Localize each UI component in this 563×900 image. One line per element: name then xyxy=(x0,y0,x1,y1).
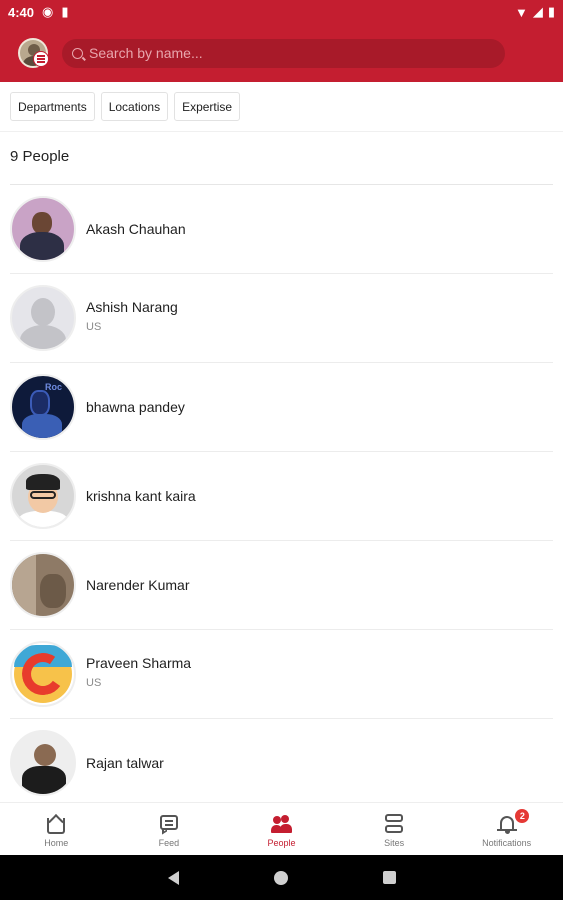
nav-label: Notifications xyxy=(482,838,532,848)
avatar xyxy=(10,285,76,351)
filter-locations[interactable]: Locations xyxy=(100,92,169,121)
person-name: Ashish Narang xyxy=(86,299,178,315)
back-icon[interactable] xyxy=(167,870,179,885)
avatar xyxy=(10,463,76,529)
avatar xyxy=(10,641,76,707)
person-name: Rajan talwar xyxy=(86,755,164,771)
nav-label: Home xyxy=(44,838,69,848)
bell-icon xyxy=(496,814,517,834)
person-name: Akash Chauhan xyxy=(86,221,186,237)
filter-expertise[interactable]: Expertise xyxy=(174,92,241,121)
nav-home[interactable]: Home xyxy=(0,803,113,855)
avatar xyxy=(10,730,76,796)
status-bar: 4:40 ◉ ▮ ▼ ◢ ▮ xyxy=(0,0,563,24)
status-time: 4:40 xyxy=(8,4,35,20)
filter-bar: Departments Locations Expertise xyxy=(0,82,563,132)
person-name: bhawna pandey xyxy=(86,399,185,415)
sd-card-icon: ▮ xyxy=(61,4,69,19)
nav-notifications[interactable]: 2 Notifications xyxy=(450,803,563,855)
feed-icon xyxy=(159,814,179,835)
list-item[interactable]: Roc bhawna pandey xyxy=(10,363,553,452)
sites-icon xyxy=(384,814,404,834)
list-item[interactable]: krishna kant kaira xyxy=(10,452,553,541)
p-notification-icon: ◉ xyxy=(42,4,54,19)
nav-label: Sites xyxy=(384,838,405,848)
nav-people[interactable]: People xyxy=(225,803,338,855)
nav-feed[interactable]: Feed xyxy=(113,803,226,855)
search-icon xyxy=(72,47,83,59)
list-item[interactable]: Rajan talwar xyxy=(10,719,553,802)
system-nav-bar xyxy=(0,855,563,900)
signal-icon: ◢ xyxy=(532,4,543,19)
nav-label: Feed xyxy=(158,838,180,848)
person-location: US xyxy=(86,677,102,689)
recents-icon[interactable] xyxy=(382,871,396,884)
person-name: Narender Kumar xyxy=(86,577,190,593)
nav-sites[interactable]: Sites xyxy=(338,803,451,855)
person-location: US xyxy=(86,321,102,333)
list-item[interactable]: Ashish Narang US xyxy=(10,274,553,363)
home-circle-icon[interactable] xyxy=(273,870,288,885)
home-icon xyxy=(46,814,66,834)
people-icon xyxy=(271,814,293,834)
person-name: Praveen Sharma xyxy=(86,655,192,671)
wifi-icon: ▼ xyxy=(514,4,528,20)
avatar xyxy=(10,196,76,262)
nav-label: People xyxy=(267,838,296,848)
people-list: Akash Chauhan Ashish Narang US Roc bhawn… xyxy=(0,185,563,802)
bottom-nav: Home Feed People Sites 2 Notifications xyxy=(0,802,563,855)
search-box[interactable] xyxy=(62,38,505,68)
search-input[interactable] xyxy=(89,45,489,61)
avatar: Roc xyxy=(10,374,76,440)
person-name: krishna kant kaira xyxy=(86,488,196,504)
avatar xyxy=(10,552,76,618)
battery-icon: ▮ xyxy=(547,4,555,19)
list-item[interactable]: Praveen Sharma US xyxy=(10,630,553,719)
filter-departments[interactable]: Departments xyxy=(10,92,95,121)
app-bar xyxy=(0,24,563,82)
menu-icon[interactable] xyxy=(33,51,49,67)
list-item[interactable]: Narender Kumar xyxy=(10,541,553,630)
people-count: 9 People xyxy=(10,148,70,165)
notification-badge: 2 xyxy=(515,809,530,823)
list-item[interactable]: Akash Chauhan xyxy=(10,185,553,274)
